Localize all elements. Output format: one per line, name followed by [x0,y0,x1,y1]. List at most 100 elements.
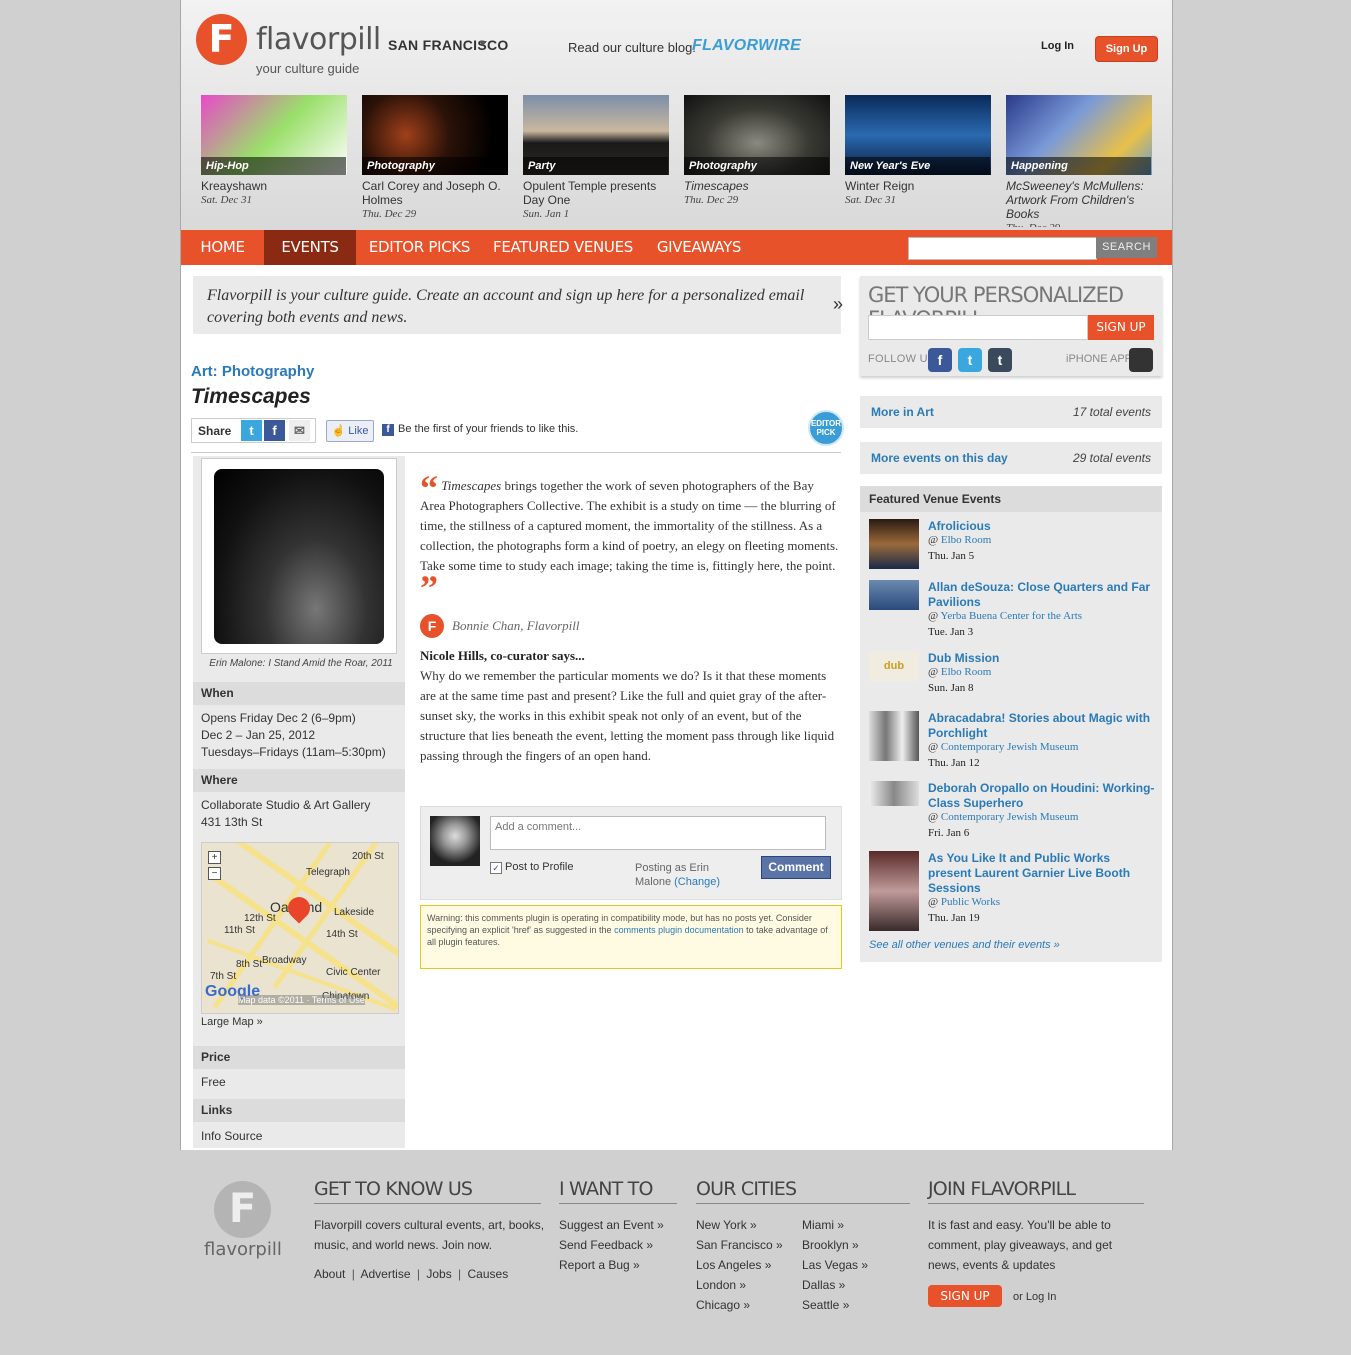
venue-event-thumb[interactable] [869,711,919,761]
nav-giveaways[interactable]: GIVEAWAYS [643,230,755,265]
more-in-art[interactable]: More in Art 17 total events [860,396,1162,428]
info-source-link[interactable]: Info Source [201,1128,401,1145]
footer-city-link[interactable]: Brooklyn » [802,1235,859,1255]
footer-advertise-link[interactable]: Advertise [361,1267,411,1281]
footer-logo-icon[interactable]: F [214,1181,271,1238]
featured-thumb[interactable]: Happening [1006,95,1152,175]
zoom-in-icon[interactable]: + [208,851,221,864]
featured-title[interactable]: Opulent Temple presents Day One [523,179,669,207]
featured-item[interactable]: Photography Carl Corey and Joseph O. Hol… [362,95,508,221]
footer-causes-link[interactable]: Causes [468,1267,509,1281]
venue-event-title[interactable]: Deborah Oropallo on Houdini: Working-Cla… [928,781,1156,811]
featured-item[interactable]: Hip-Hop Kreayshawn Sat. Dec 31 [201,95,347,207]
featured-thumb[interactable]: Party [523,95,669,175]
event-photo[interactable] [201,458,397,654]
more-in-art-link[interactable]: More in Art [871,405,934,419]
tumblr-icon[interactable]: t [988,348,1012,372]
venue-event-title[interactable]: As You Like It and Public Works present … [928,851,1156,896]
featured-item[interactable]: New Year's Eve Winter Reign Sat. Dec 31 [845,95,991,207]
twitter-icon[interactable]: t [958,348,982,372]
like-button[interactable]: ☝ Like [326,420,374,442]
venue-link[interactable]: Yerba Buena Center for the Arts [940,610,1082,622]
venue-link[interactable]: Elbo Room [941,666,991,678]
venue-event-thumb[interactable] [869,781,919,806]
footer-feedback-link[interactable]: Send Feedback » [559,1235,653,1255]
post-to-profile-checkbox[interactable]: ✓ Post to Profile [490,861,573,874]
footer-bug-link[interactable]: Report a Bug » [559,1255,640,1275]
nav-editor-picks[interactable]: EDITOR PICKS [356,230,483,265]
footer-city-link[interactable]: Dallas » [802,1275,845,1295]
price-value[interactable]: Free [201,1074,401,1091]
signup-button[interactable]: Sign Up [1095,36,1158,62]
breadcrumb[interactable]: Art: Photography [191,363,314,380]
flavorwire-link[interactable]: FLAVORWIRE [692,37,801,55]
featured-item[interactable]: Party Opulent Temple presents Day One Su… [523,95,669,221]
featured-item[interactable]: Happening McSweeney's McMullens: Artwork… [1006,95,1152,227]
email-input[interactable] [868,315,1088,340]
venue-event-thumb[interactable] [869,580,919,610]
see-all-venues-link[interactable]: See all other venues and their events » [869,939,1060,951]
facebook-share-icon[interactable]: f [264,420,285,441]
venue-event-title[interactable]: Afrolicious [928,519,1156,534]
featured-title[interactable]: Timescapes [684,179,830,193]
plugin-docs-link[interactable]: comments plugin documentation [614,925,744,935]
venue-event-title[interactable]: Abracadabra! Stories about Magic with Po… [928,711,1156,741]
comment-input[interactable]: Add a comment... [490,816,826,850]
brand-name[interactable]: flavorpill [256,22,381,57]
footer-login-link[interactable]: or Log In [1013,1287,1056,1307]
featured-thumb[interactable]: Photography [362,95,508,175]
featured-title[interactable]: McSweeney's McMullens: Artwork From Chil… [1006,179,1152,221]
nav-home[interactable]: HOME [181,230,264,265]
nav-events[interactable]: EVENTS [264,230,356,265]
footer-city-link[interactable]: Los Angeles » [696,1255,771,1275]
rail-signup-button[interactable]: SIGN UP [1088,315,1154,340]
footer-about-link[interactable]: About [314,1267,345,1281]
venue-event-thumb[interactable] [869,519,919,569]
search-input[interactable] [908,237,1097,260]
footer-city-link[interactable]: Seattle » [802,1295,849,1315]
featured-title[interactable]: Carl Corey and Joseph O. Holmes [362,179,508,207]
checkbox-icon[interactable]: ✓ [490,862,502,874]
login-link[interactable]: Log In [1041,40,1074,52]
promo-banner[interactable]: Flavorpill is your culture guide. Create… [193,276,843,334]
footer-city-link[interactable]: New York » [696,1215,757,1235]
venue-link[interactable]: Contemporary Jewish Museum [941,741,1078,753]
footer-city-link[interactable]: Miami » [802,1215,844,1235]
location-map[interactable]: 20th St Oakland Lakeside 12th St 11th St… [201,842,399,1014]
footer-signup-button[interactable]: SIGN UP [928,1285,1002,1307]
featured-thumb[interactable]: Photography [684,95,830,175]
map-copyright[interactable]: Map data ©2011 · Terms of Use [238,995,365,1005]
comment-button[interactable]: Comment [761,856,831,879]
flavorpill-logo-icon[interactable]: F [196,14,247,65]
venue-link[interactable]: Contemporary Jewish Museum [941,811,1078,823]
search-button[interactable]: SEARCH [1096,237,1157,258]
chevron-down-icon[interactable] [479,41,487,46]
venue-link[interactable]: Elbo Room [941,534,991,546]
footer-city-link[interactable]: London » [696,1275,746,1295]
venue-link[interactable]: Public Works [941,896,1000,908]
change-link[interactable]: (Change) [674,876,720,888]
featured-thumb[interactable]: Hip-Hop [201,95,347,175]
more-events-day-link[interactable]: More events on this day [871,451,1008,465]
featured-item[interactable]: Photography Timescapes Thu. Dec 29 [684,95,830,207]
facebook-icon[interactable]: f [928,348,952,372]
venue-event-title[interactable]: Dub Mission [928,651,1156,666]
more-events-day[interactable]: More events on this day 29 total events [860,442,1162,474]
venue-event-thumb[interactable] [869,851,919,931]
apple-icon[interactable] [1129,348,1153,372]
city-selector[interactable]: SAN FRANCISCO [388,37,509,53]
venue-event-title[interactable]: Allan deSouza: Close Quarters and Far Pa… [928,580,1156,610]
zoom-out-icon[interactable]: − [208,867,221,880]
footer-jobs-link[interactable]: Jobs [426,1267,451,1281]
featured-thumb[interactable]: New Year's Eve [845,95,991,175]
featured-title[interactable]: Winter Reign [845,179,991,193]
twitter-share-icon[interactable]: t [241,420,262,441]
footer-suggest-link[interactable]: Suggest an Event » [559,1215,664,1235]
large-map-link[interactable]: Large Map » [201,1014,401,1031]
promo-arrow-icon[interactable]: » [833,294,843,315]
featured-title[interactable]: Kreayshawn [201,179,347,193]
footer-city-link[interactable]: Las Vegas » [802,1255,868,1275]
venue-event-thumb[interactable]: dub [869,651,919,681]
mail-icon[interactable]: ✉ [289,420,310,441]
footer-city-link[interactable]: Chicago » [696,1295,750,1315]
